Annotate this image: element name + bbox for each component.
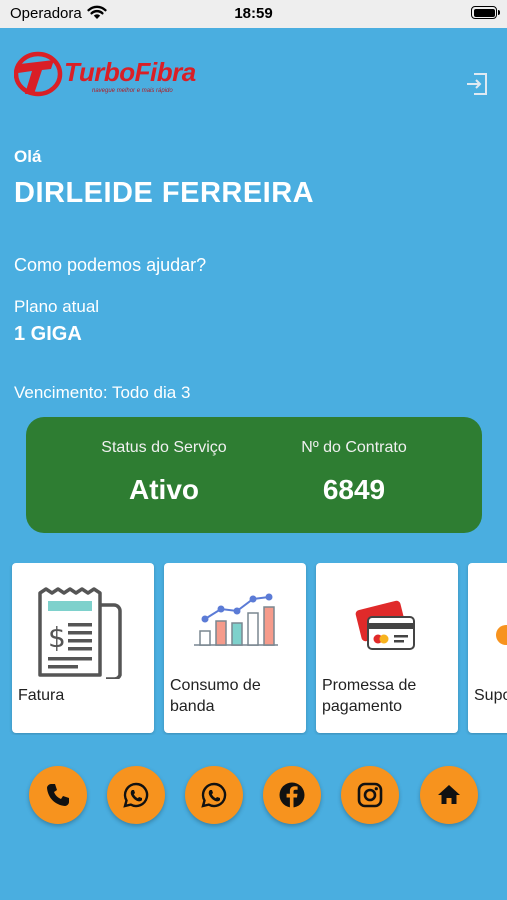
instagram-icon xyxy=(357,782,383,808)
credit-card-icon xyxy=(355,600,415,650)
service-status: Status do Serviço Ativo xyxy=(69,439,259,506)
turbofibra-logo-icon xyxy=(14,51,63,97)
greeting-help: Como podemos ajudar? xyxy=(14,255,207,275)
logout-icon[interactable] xyxy=(464,71,490,97)
battery-icon xyxy=(471,6,500,19)
payment-promise-card[interactable]: Promessa de pagamento xyxy=(316,563,458,733)
svg-text:$: $ xyxy=(48,621,66,654)
invoice-icon: $ xyxy=(38,587,122,679)
contract-number-label: Nº do Contrato xyxy=(301,439,407,456)
phone-icon xyxy=(47,784,69,806)
invoice-card[interactable]: $ Fatura xyxy=(12,563,154,733)
brand-logo: TurboFibra navegue melhor e mais rápido xyxy=(14,50,204,100)
support-icon xyxy=(496,625,507,645)
support-card[interactable]: Suporte xyxy=(468,563,507,733)
service-status-card: Status do Serviço Ativo Nº do Contrato 6… xyxy=(26,417,482,533)
due-date: Vencimento: Todo dia 3 xyxy=(14,383,191,402)
contact-actions xyxy=(0,766,507,826)
instagram-button[interactable] xyxy=(341,766,399,824)
status-bar: Operadora 18:59 xyxy=(0,0,507,28)
facebook-icon xyxy=(279,782,305,808)
invoice-card-label: Fatura xyxy=(18,687,65,704)
bandwidth-card[interactable]: Consumo de banda xyxy=(164,563,306,733)
contract-number: Nº do Contrato 6849 xyxy=(259,439,449,506)
whatsapp-button-2[interactable] xyxy=(185,766,243,824)
phone-button[interactable] xyxy=(29,766,87,824)
plan-value: 1 GIGA xyxy=(14,323,82,345)
feature-carousel[interactable]: $ Fatura Consumo de banda Promessa de pa… xyxy=(0,563,507,735)
bandwidth-chart-icon xyxy=(194,593,278,646)
clock: 18:59 xyxy=(234,5,273,22)
support-card-label: Suporte xyxy=(474,687,507,704)
whatsapp-button-1[interactable] xyxy=(107,766,165,824)
greeting-hello: Olá xyxy=(14,147,42,166)
bandwidth-card-label: Consumo de banda xyxy=(170,677,261,715)
service-status-value: Ativo xyxy=(129,474,199,505)
payment-promise-card-label: Promessa de pagamento xyxy=(322,677,417,715)
app-screen: Operadora 18:59 TurboFibra navegue melho… xyxy=(0,0,507,900)
facebook-button[interactable] xyxy=(263,766,321,824)
whatsapp-icon xyxy=(201,782,227,808)
whatsapp-icon xyxy=(123,782,149,808)
brand-tagline: navegue melhor e mais rápido xyxy=(92,88,173,94)
plan-label: Plano atual xyxy=(14,297,100,316)
brand-name: TurboFibra xyxy=(64,57,196,87)
customer-name: DIRLEIDE FERREIRA xyxy=(14,177,315,209)
home-icon xyxy=(438,785,460,804)
contract-number-value: 6849 xyxy=(322,474,386,505)
home-button[interactable] xyxy=(420,766,478,824)
service-status-label: Status do Serviço xyxy=(101,439,227,456)
